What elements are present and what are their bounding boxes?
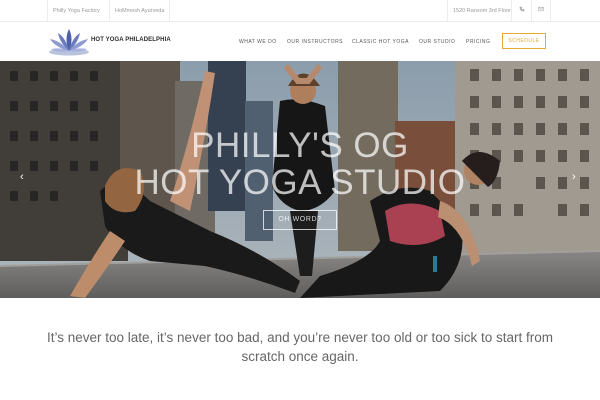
lotus-logo[interactable]	[47, 25, 91, 59]
philly-yoga-factory-link[interactable]: Philly Yoga Factory	[47, 0, 105, 22]
site-header: HOT YOGA PHILADELPHIA WHAT WE DO OUR INS…	[0, 22, 600, 61]
hero-title-line2: HOT YOGA STUDIO	[134, 163, 466, 202]
top-utility-bar: Philly Yoga Factory HoMmesh Ayurveda 152…	[0, 0, 600, 22]
schedule-button[interactable]: SCHEDULE	[502, 33, 546, 49]
email-icon[interactable]	[531, 0, 551, 22]
hero-title-line1: PHILLY'S OG	[191, 126, 409, 165]
hero-title: PHILLY'S OG HOT YOGA STUDIO	[0, 127, 600, 201]
hero-slider: PHILLY'S OG HOT YOGA STUDIO OH WORD? ‹ ›	[0, 61, 600, 298]
nav-our-studio[interactable]: OUR STUDIO	[419, 39, 455, 45]
studio-address: 1520 Ransom 3rd Floor	[447, 0, 516, 22]
nav-classic-hot-yoga[interactable]: CLASSIC HOT YOGA	[352, 39, 409, 45]
prev-slide-icon[interactable]: ‹	[20, 171, 24, 183]
nav-pricing[interactable]: PRICING	[466, 39, 490, 45]
nav-our-instructors[interactable]: OUR INSTRUCTORS	[287, 39, 343, 45]
hommesh-ayurveda-link[interactable]: HoMmesh Ayurveda	[109, 0, 171, 22]
nav-what-we-do[interactable]: WHAT WE DO	[239, 39, 277, 45]
motivational-quote: It’s never too late, it’s never too bad,…	[46, 330, 554, 364]
oh-word-button[interactable]: OH WORD?	[263, 210, 337, 230]
brand-name[interactable]: HOT YOGA PHILADELPHIA	[91, 37, 171, 43]
phone-icon[interactable]	[511, 0, 531, 22]
next-slide-icon[interactable]: ›	[572, 171, 576, 183]
